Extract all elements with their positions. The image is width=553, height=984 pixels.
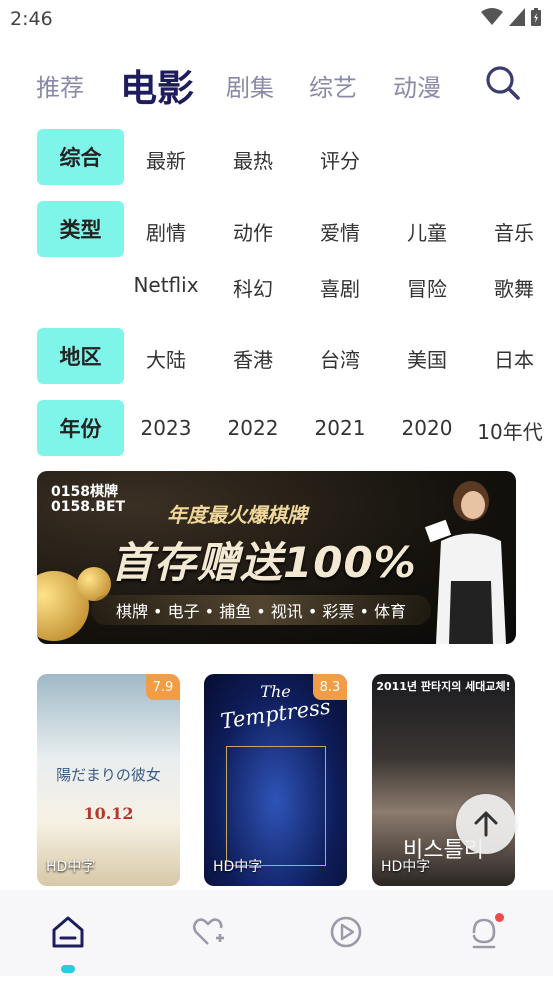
favorite-add-icon [192,918,224,945]
banner-headline: 年度最火爆棋牌 [167,503,307,527]
filter-option[interactable]: 科幻 [233,273,273,302]
bottom-navigation [0,890,553,976]
search-button[interactable] [484,64,522,102]
filter-option[interactable]: 喜剧 [320,273,360,302]
banner-offer: 首存赠送100% [111,538,417,587]
battery-icon [531,8,541,26]
quality-label: HD中字 [213,859,263,875]
banner-logo-name: 0158棋牌 [51,484,118,500]
filter-option[interactable]: 大陆 [146,344,186,373]
filter-option[interactable]: 冒险 [407,273,447,302]
status-time: 2:46 [10,8,53,30]
filter-option[interactable]: 2023 [141,416,192,440]
poster-frame [226,746,326,866]
play-icon [330,916,362,948]
tab-recommend[interactable]: 推荐 [36,68,84,103]
tab-variety[interactable]: 综艺 [309,68,357,103]
filter-option[interactable]: 2020 [402,416,453,440]
tab-movies[interactable]: 电影 [120,58,194,112]
notification-dot [495,913,504,922]
filter-option[interactable]: 爱情 [320,217,360,246]
movie-card[interactable]: The Temptress 8.3 HD中字 [204,674,347,886]
filter-option[interactable]: 评分 [320,145,360,174]
filter-option[interactable]: Netflix [133,273,198,297]
banner-logo-url: 0158.BET [51,498,126,515]
rating-badge: 7.9 [146,674,180,700]
rating-badge: 8.3 [313,674,347,700]
nav-player[interactable] [326,912,366,952]
filter-label-sort[interactable]: 综合 [37,129,124,185]
filter-option[interactable]: 音乐 [494,217,534,246]
filter-option[interactable]: 日本 [494,344,534,373]
filter-option[interactable]: 儿童 [407,217,447,246]
filter-option[interactable]: 香港 [233,344,273,373]
signal-icon [509,8,525,26]
tab-series[interactable]: 剧集 [226,68,274,103]
status-bar: 2:46 [0,0,553,40]
movie-card[interactable]: 陽だまりの彼女 10.12 7.9 HD中字 [37,674,180,886]
nav-home[interactable] [48,912,88,952]
scroll-to-top-button[interactable] [456,794,516,854]
nav-favorites[interactable] [188,912,228,952]
poster-header: 2011년 판타지의 세대교체! [376,680,511,693]
filter-label-region[interactable]: 地区 [37,328,124,384]
promo-banner[interactable]: 0158棋牌 0158.BET 年度最火爆棋牌 首存赠送100% 棋牌 • 电子… [37,471,516,644]
active-tab-indicator [61,965,75,973]
wifi-icon [481,8,503,25]
poster-title: 陽だまりの彼女 [56,766,161,784]
movie-card[interactable]: 2011년 판타지의 세대교체! 비스틀리 HD中字 [372,674,515,886]
filter-option[interactable]: 剧情 [146,217,186,246]
quality-label: HD中字 [46,859,96,875]
tab-anime[interactable]: 动漫 [393,68,441,103]
banner-categories: 棋牌 • 电子 • 捕鱼 • 视讯 • 彩票 • 体育 [91,595,431,625]
filter-label-year[interactable]: 年份 [37,400,124,456]
filter-option[interactable]: 动作 [233,217,273,246]
arrow-up-icon [474,811,498,837]
banner-logo: 0158棋牌 0158.BET [51,485,125,514]
filter-option[interactable]: 10年代 [477,416,542,445]
quality-label: HD中字 [381,859,431,875]
banner-model-figure [424,481,506,644]
category-tabs: 推荐 电影 剧集 综艺 动漫 [0,56,553,110]
poster-date: 10.12 [83,804,134,823]
filter-option[interactable]: 最新 [146,145,186,174]
filter-option[interactable]: 2021 [315,416,366,440]
filter-option[interactable]: 2022 [228,416,279,440]
filter-option[interactable]: 台湾 [320,344,360,373]
filter-label-genre[interactable]: 类型 [37,201,124,257]
status-icons [481,8,541,26]
home-icon [52,916,84,948]
filter-option[interactable]: 最热 [233,145,273,174]
filter-option[interactable]: 歌舞 [494,273,534,302]
filter-option[interactable]: 美国 [407,344,447,373]
search-icon [486,66,520,100]
